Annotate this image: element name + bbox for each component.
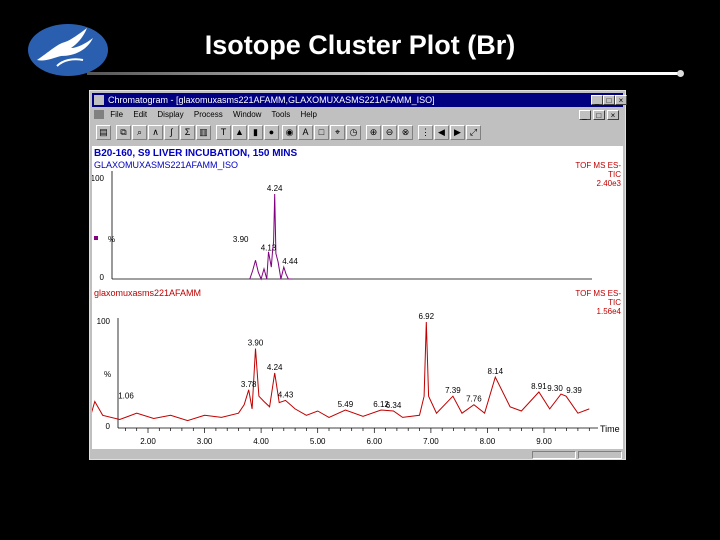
x-tick-label: 7.00 — [423, 437, 439, 446]
chromatogram-window: Chromatogram - [glaxomuxasms221AFAMM,GLA… — [89, 90, 627, 460]
close-button[interactable]: × — [615, 95, 627, 105]
mdi-minimize-button[interactable]: _ — [578, 110, 591, 120]
menubar: File Edit Display Process Window Tools H… — [92, 108, 623, 121]
bottom-peak-label: 8.91 — [531, 382, 547, 391]
top-y-pct: % — [108, 235, 115, 244]
x-tick-label: 4.00 — [253, 437, 269, 446]
dot-icon[interactable]: ● — [264, 125, 279, 140]
plot-area[interactable]: B20-160, S9 LIVER INCUBATION, 150 MINS G… — [90, 146, 623, 449]
zoom-out-icon[interactable]: ⊖ — [382, 125, 397, 140]
bottom-peak-label: 6.92 — [419, 312, 435, 321]
chromatogram-plot: B20-160, S9 LIVER INCUBATION, 150 MINS G… — [90, 148, 622, 446]
bottom-peak-label: 4.43 — [278, 390, 294, 399]
menu-process[interactable]: Process — [194, 110, 223, 119]
slide-title: Isotope Cluster Plot (Br) — [204, 30, 516, 60]
zoom-icon[interactable]: ⌕ — [132, 125, 147, 140]
x-tick-label: 5.00 — [310, 437, 326, 446]
sum-icon[interactable]: Σ — [180, 125, 195, 140]
bottom-peak-label: 7.39 — [445, 386, 461, 395]
title-divider — [87, 72, 680, 75]
bottom-trace-name: glaxomuxasms221AFAMM — [94, 288, 201, 298]
top-peak-label: 4.44 — [282, 257, 298, 266]
x-axis-ticks: 2.00 3.00 4.00 5.00 6.00 7.00 8.00 9.00 — [125, 428, 590, 446]
bottom-peak-label: 9.30 — [547, 384, 563, 393]
bottom-peak-label: 9.39 — [566, 386, 582, 395]
menu-tools[interactable]: Tools — [272, 110, 291, 119]
bottom-y-100: 100 — [97, 317, 111, 326]
plot-header-title: B20-160, S9 LIVER INCUBATION, 150 MINS — [94, 148, 298, 159]
x-axis-label: Time — [600, 424, 620, 434]
hash-icon[interactable]: ⋮ — [418, 125, 433, 140]
x-tick-label: 6.00 — [367, 437, 383, 446]
window-titlebar[interactable]: Chromatogram - [glaxomuxasms221AFAMM,GLA… — [92, 93, 627, 107]
top-y-100: 100 — [92, 174, 105, 183]
bottom-y-pct: % — [104, 370, 111, 379]
copy-icon[interactable]: ⧉ — [116, 125, 131, 140]
top-trace-type: TIC — [608, 170, 621, 179]
top-trace: 3.90 4.13 4.24 4.44 — [233, 184, 298, 281]
top-trace-intensity: 2.40e3 — [597, 179, 622, 188]
bottom-peak-label: 1.06 — [118, 392, 134, 401]
x-tick-label: 3.00 — [197, 437, 213, 446]
bottom-trace: 1.063.783.904.244.435.49 6.126.346.927.39… — [90, 312, 590, 422]
bottom-trace-type: TIC — [608, 298, 621, 307]
top-trace-mode: TOF MS ES- — [575, 161, 621, 170]
text-icon[interactable]: T — [216, 125, 231, 140]
top-peak-label: 4.24 — [267, 184, 283, 193]
menu-display[interactable]: Display — [157, 110, 183, 119]
menu-edit[interactable]: Edit — [133, 110, 147, 119]
integrate-icon[interactable]: ∫ — [164, 125, 179, 140]
document-icon — [94, 110, 104, 120]
globe-icon[interactable]: ◉ — [282, 125, 297, 140]
clock-icon[interactable]: ◷ — [346, 125, 361, 140]
bar-icon[interactable]: ▮ — [248, 125, 263, 140]
app-icon — [94, 95, 104, 105]
bottom-trace-intensity: 1.56e4 — [597, 307, 622, 316]
mdi-restore-button[interactable]: □ — [592, 110, 605, 120]
status-pane-2 — [578, 451, 622, 459]
cursor-icon[interactable]: ⌖ — [330, 125, 345, 140]
annotate-icon[interactable]: A — [298, 125, 313, 140]
bottom-peak-label: 7.76 — [466, 395, 482, 404]
bottom-peak-label: 6.34 — [386, 401, 402, 410]
bottom-peak-label: 5.49 — [338, 400, 354, 409]
forward-icon[interactable]: ▶ — [450, 125, 465, 140]
fit-icon[interactable]: ⤢ — [466, 125, 481, 140]
back-icon[interactable]: ◀ — [434, 125, 449, 140]
top-trace-name: GLAXOMUXASMS221AFAMM_ISO — [94, 160, 238, 170]
x-tick-label: 2.00 — [140, 437, 156, 446]
minimize-button[interactable]: _ — [591, 95, 603, 105]
top-y-0: 0 — [100, 273, 105, 282]
status-pane-1 — [532, 451, 576, 459]
maximize-button[interactable]: □ — [603, 95, 615, 105]
menu-window[interactable]: Window — [233, 110, 261, 119]
spectrum-icon[interactable]: ▥ — [196, 125, 211, 140]
toolbar: ▤ ⧉ ⌕ ∧ ∫ Σ ▥ T ▲ ▮ ● ◉ A □ ⌖ ◷ ⊕ ⊖ ⊗ ⋮ … — [92, 123, 623, 145]
label-icon[interactable]: ▲ — [232, 125, 247, 140]
mdi-close-button[interactable]: × — [607, 110, 619, 120]
x-tick-label: 8.00 — [480, 437, 496, 446]
bottom-y-0: 0 — [106, 422, 111, 431]
window-title: Chromatogram - [glaxomuxasms221AFAMM,GLA… — [108, 95, 435, 105]
zoom-in-icon[interactable]: ⊕ — [366, 125, 381, 140]
bottom-peak-label: 3.90 — [248, 339, 264, 348]
bottom-peak-label: 4.24 — [267, 363, 283, 372]
top-trace-color-marker — [94, 236, 98, 240]
x-tick-label: 9.00 — [536, 437, 552, 446]
box-icon[interactable]: □ — [314, 125, 329, 140]
title-divider-dot — [677, 70, 684, 77]
zoom-reset-icon[interactable]: ⊗ — [398, 125, 413, 140]
bottom-peak-label: 3.78 — [241, 380, 257, 389]
bottom-trace-mode: TOF MS ES- — [575, 289, 621, 298]
print-icon[interactable]: ▤ — [96, 125, 111, 140]
logo-icon — [28, 24, 108, 76]
bottom-peak-label: 8.14 — [488, 367, 504, 376]
peak-icon[interactable]: ∧ — [148, 125, 163, 140]
menu-help[interactable]: Help — [300, 110, 316, 119]
top-trace-line — [249, 193, 293, 281]
status-bar — [92, 451, 623, 459]
top-peak-label: 3.90 — [233, 235, 249, 244]
top-peak-label: 4.13 — [261, 244, 277, 253]
menu-file[interactable]: File — [110, 110, 123, 119]
